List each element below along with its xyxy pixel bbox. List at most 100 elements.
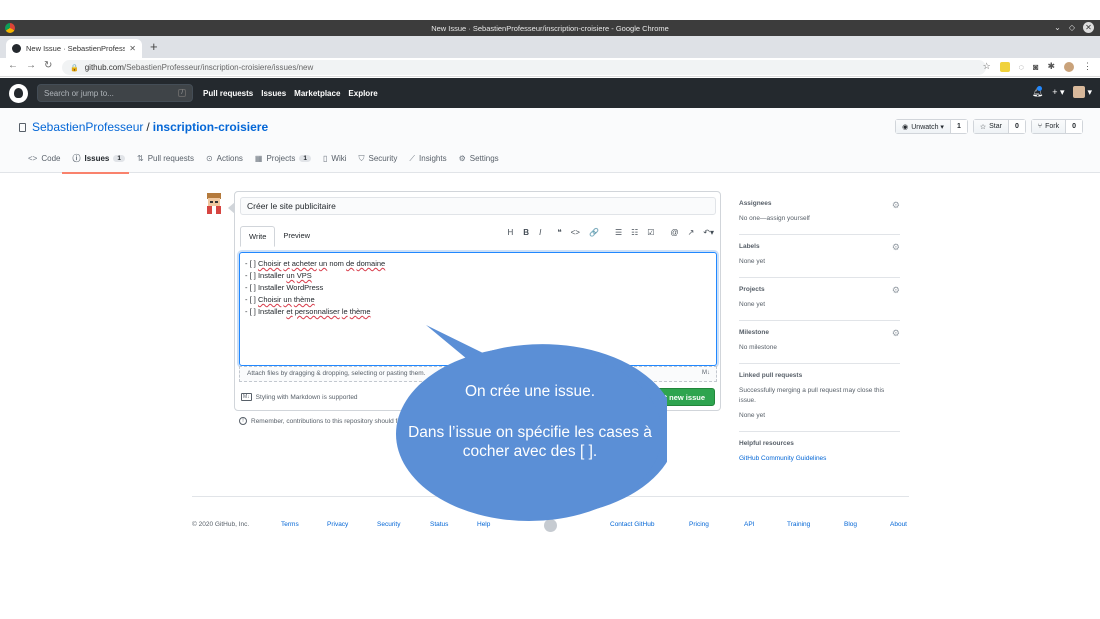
- tab-wiki[interactable]: ▯ Wiki: [321, 150, 357, 173]
- github-favicon-icon: [12, 44, 21, 53]
- sidebar-helpful-resources: Helpful resources GitHub Community Guide…: [739, 432, 900, 474]
- bullet-list-icon[interactable]: ☰: [615, 228, 622, 237]
- close-window-icon[interactable]: ✕: [1083, 22, 1094, 33]
- nav-issues[interactable]: Issues: [261, 89, 286, 98]
- fork-count[interactable]: 0: [1066, 120, 1082, 133]
- footer-link-blog[interactable]: Blog: [844, 521, 857, 528]
- star-button[interactable]: ☆ Star 0: [972, 119, 1026, 134]
- assignees-heading[interactable]: Assignees: [739, 200, 900, 207]
- numbered-list-icon[interactable]: ☷: [631, 228, 638, 237]
- list-group: ☰ ☷ ☑: [615, 228, 655, 237]
- heading-icon[interactable]: H: [508, 228, 514, 237]
- watch-button[interactable]: ◉ Unwatch ▾ 1: [895, 119, 968, 134]
- cross-reference-icon[interactable]: ↗: [688, 228, 695, 237]
- menu-dots-icon[interactable]: ⋮: [1083, 61, 1092, 72]
- footer-link-privacy[interactable]: Privacy: [327, 521, 348, 528]
- nav-marketplace[interactable]: Marketplace: [294, 89, 340, 98]
- search-input[interactable]: Search or jump to... /: [37, 84, 193, 102]
- puzzle-icon[interactable]: ✱: [1047, 61, 1055, 72]
- mention-group: @ ↗ ↶▾: [670, 228, 714, 237]
- assignees-gear-icon[interactable]: ⚙: [892, 200, 900, 211]
- tab-title: New Issue · SebastienProfess: [26, 44, 126, 53]
- url-input[interactable]: 🔒 github.com/SebastienProfesseur/inscrip…: [62, 60, 986, 75]
- code-icon[interactable]: <>: [571, 228, 580, 237]
- fork-button[interactable]: ⑂ Fork 0: [1030, 119, 1083, 134]
- github-header: Search or jump to... / Pull requests Iss…: [0, 78, 1100, 108]
- bookmark-star-icon[interactable]: ☆: [983, 61, 991, 72]
- reload-icon[interactable]: ↻: [44, 60, 52, 71]
- markdown-hint-text[interactable]: Styling with Markdown is supported: [256, 394, 358, 401]
- sidebar-projects: Projects ⚙ None yet: [739, 278, 900, 321]
- user-menu[interactable]: ▾: [1073, 86, 1092, 98]
- footer-link-terms[interactable]: Terms: [281, 521, 299, 528]
- sidebar-milestone: Milestone ⚙ No milestone: [739, 321, 900, 364]
- camera-icon[interactable]: ◙: [1033, 62, 1038, 72]
- quote-icon[interactable]: ❝: [557, 228, 561, 237]
- tab-insights[interactable]: ⟋ Insights: [407, 150, 456, 173]
- repo-name-link[interactable]: inscription-croisiere: [153, 120, 268, 134]
- tab-code[interactable]: <> Code: [26, 150, 70, 173]
- tab-projects-label: Projects: [266, 154, 296, 163]
- star-count[interactable]: 0: [1008, 120, 1025, 133]
- tab-actions-label: Actions: [216, 154, 243, 163]
- mention-icon[interactable]: @: [670, 228, 678, 237]
- minimize-icon[interactable]: ⌄: [1054, 23, 1061, 32]
- tab-projects[interactable]: ▦ Projects 1: [253, 150, 321, 173]
- footer-link-about[interactable]: About: [890, 521, 907, 528]
- bell-icon[interactable]: 🔔︎: [1032, 85, 1043, 98]
- extension-yellow-icon[interactable]: [999, 61, 1010, 72]
- spellcheck-word: personnaliser: [294, 307, 340, 316]
- reply-icon[interactable]: ↶▾: [703, 228, 714, 237]
- tab-write[interactable]: Write: [240, 226, 276, 247]
- projects-heading[interactable]: Projects: [739, 286, 900, 293]
- link-icon[interactable]: 🔗: [589, 228, 599, 237]
- tab-close-icon[interactable]: ✕: [129, 44, 136, 53]
- extension-circle-icon[interactable]: ◌: [1019, 62, 1024, 72]
- profile-avatar-icon[interactable]: [1064, 61, 1074, 72]
- search-placeholder: Search or jump to...: [44, 88, 114, 98]
- assignees-value[interactable]: No one—assign yourself: [739, 214, 900, 224]
- spellcheck-word: de: [346, 259, 355, 268]
- watch-label: Unwatch ▾: [911, 123, 944, 131]
- labels-heading[interactable]: Labels: [739, 243, 900, 250]
- plus-menu-icon[interactable]: + ▾: [1052, 87, 1064, 98]
- footer-link-training[interactable]: Training: [787, 521, 810, 528]
- tab-preview[interactable]: Preview: [275, 226, 318, 247]
- issue-title-input[interactable]: Créer le site publicitaire: [240, 197, 716, 215]
- labels-gear-icon[interactable]: ⚙: [892, 242, 900, 253]
- search-shortcut-badge: /: [178, 89, 186, 97]
- url-host: github.com: [84, 63, 124, 72]
- tab-security[interactable]: ⛉ Security: [357, 150, 408, 173]
- milestone-heading[interactable]: Milestone: [739, 329, 900, 336]
- watch-count[interactable]: 1: [950, 120, 967, 133]
- tab-issues[interactable]: ⓘ Issues 1: [62, 150, 135, 174]
- italic-icon[interactable]: I: [539, 228, 541, 237]
- footer-link-pricing[interactable]: Pricing: [689, 521, 709, 528]
- sidebar-labels: Labels ⚙ None yet: [739, 235, 900, 278]
- issue-sidebar: Assignees ⚙ No one—assign yourself Label…: [739, 193, 900, 474]
- tab-settings[interactable]: ⚙ Settings: [457, 150, 509, 173]
- forward-arrow-icon[interactable]: →: [26, 60, 36, 71]
- community-guidelines-link[interactable]: GitHub Community Guidelines: [739, 454, 900, 464]
- tab-pull-requests[interactable]: ⇅ Pull requests: [135, 150, 204, 173]
- task-list-icon[interactable]: ☑: [647, 228, 654, 237]
- new-tab-icon[interactable]: +: [150, 39, 158, 54]
- body-line-5: - [ ] Installer et personnaliser le thèm…: [245, 307, 371, 316]
- browser-tab[interactable]: New Issue · SebastienProfess ✕: [6, 39, 142, 58]
- restore-icon[interactable]: ◇: [1069, 23, 1075, 32]
- repo-owner-link[interactable]: SebastienProfesseur: [32, 120, 143, 134]
- nav-pull-requests[interactable]: Pull requests: [203, 89, 253, 98]
- issues-counter: 1: [113, 155, 125, 162]
- slide-background: [0, 0, 1100, 20]
- tab-actions[interactable]: ⊙ Actions: [204, 150, 253, 173]
- fork-icon: ⑂: [1037, 123, 1043, 130]
- milestone-value: No milestone: [739, 344, 777, 351]
- back-arrow-icon[interactable]: ←: [8, 60, 18, 71]
- footer-link-api[interactable]: API: [744, 521, 754, 528]
- milestone-gear-icon[interactable]: ⚙: [892, 328, 900, 339]
- bold-icon[interactable]: B: [523, 228, 529, 237]
- nav-explore[interactable]: Explore: [348, 89, 377, 98]
- projects-gear-icon[interactable]: ⚙: [892, 285, 900, 296]
- github-logo-icon[interactable]: [9, 83, 28, 103]
- avatar: [207, 193, 221, 214]
